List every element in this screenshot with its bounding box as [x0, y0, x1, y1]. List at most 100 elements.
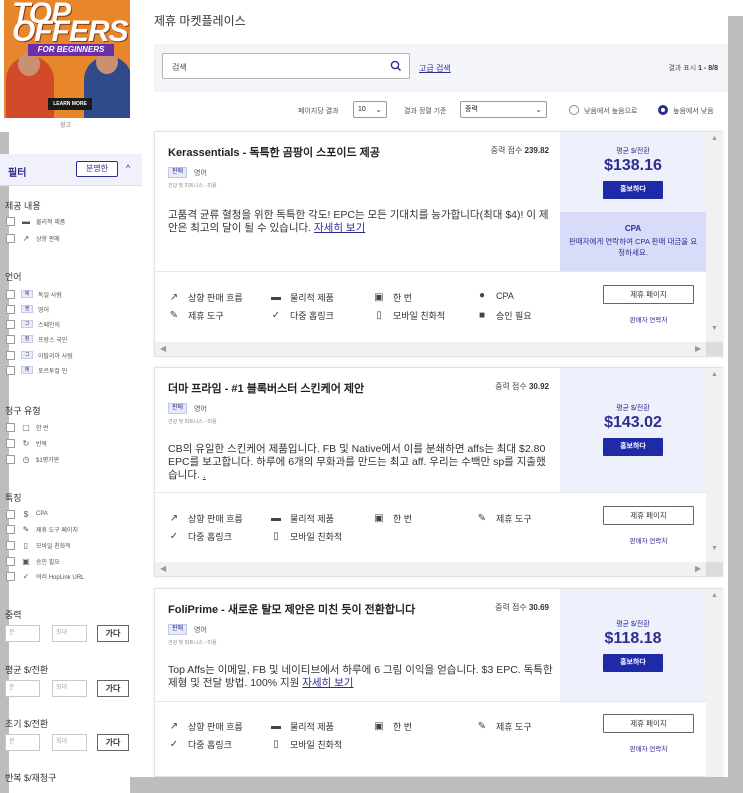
sidebar-ad-banner[interactable]: TOP OFFERS FOR BEGINNERS LEARN MORE	[4, 0, 130, 118]
sort-descending-radio[interactable]	[658, 105, 668, 115]
ad-learn-more-button[interactable]: LEARN MORE	[48, 98, 92, 110]
filter-option-language[interactable]: 그 스페인의	[6, 318, 60, 330]
offer-title[interactable]: 더마 프라임 - #1 블록버스터 스킨케어 제안	[168, 380, 364, 396]
checkbox[interactable]	[6, 289, 15, 299]
checkbox[interactable]	[6, 350, 15, 360]
checkbox[interactable]	[6, 216, 15, 226]
scroll-up-icon[interactable]: ▲	[711, 592, 718, 599]
offer-title[interactable]: Kerassentials - 독특한 곰팡이 스포이드 제공	[168, 144, 380, 160]
offer-type-badge: 판매	[168, 624, 188, 635]
checkbox[interactable]	[6, 304, 15, 314]
checkbox[interactable]	[6, 233, 15, 243]
checkbox[interactable]	[6, 540, 15, 550]
links-icon: ✓	[169, 738, 179, 750]
offer-title[interactable]: FoliPrime - 새로운 탈모 제안은 미친 듯이 전환합니다	[168, 601, 415, 617]
filter-option-billing[interactable]: ▢ 한 번	[6, 421, 49, 433]
attr-mobile: ▯ 모바일 친화적	[373, 309, 445, 322]
per-page-select[interactable]: 10 ⌄	[353, 101, 387, 118]
initial-go-button[interactable]: 가다	[97, 733, 129, 751]
gravity-score-label: 중력 점수	[495, 382, 527, 391]
sort-ascending-radio[interactable]	[569, 105, 579, 115]
filter-option-physical[interactable]: ▬ 물리적 제품	[6, 215, 65, 227]
checkbox[interactable]	[6, 454, 15, 464]
checkbox[interactable]	[6, 524, 15, 534]
filter-option-billing[interactable]: ◷ $1평가판	[6, 453, 59, 465]
contact-seller-link[interactable]: 판매자 연락처	[603, 314, 694, 324]
scroll-down-icon[interactable]: ▼	[711, 325, 718, 332]
offer-card: FoliPrime - 새로운 탈모 제안은 미친 듯이 전환합니다 중력 점수…	[154, 588, 723, 778]
scroll-right-icon[interactable]: ▶	[695, 344, 701, 353]
card-vertical-scrollbar[interactable]: ▲ ▼	[706, 368, 723, 562]
checkbox[interactable]	[6, 365, 15, 375]
filter-option-label: 제휴 도구 페이지	[36, 527, 78, 534]
filter-option-upsell[interactable]: ↗ 상향 판매	[6, 232, 60, 244]
results-count: 결과 표시 1 - 8/8	[668, 63, 718, 73]
card-vertical-scrollbar[interactable]: ▲ ▼	[706, 132, 723, 342]
checkbox[interactable]	[6, 422, 15, 432]
avg-max-input[interactable]: 최대	[52, 679, 87, 697]
read-more-link[interactable]: 자세히 보기	[314, 222, 365, 234]
contact-seller-link[interactable]: 판매자 연락처	[603, 535, 694, 545]
promote-button[interactable]: 홍보하다	[603, 438, 663, 456]
chevron-up-icon[interactable]: ^	[126, 163, 130, 173]
scroll-left-icon[interactable]: ◀	[160, 344, 166, 353]
affiliate-page-button[interactable]: 제휴 페이지	[603, 714, 694, 733]
filter-option-label: $1평가판	[36, 457, 60, 464]
avg-go-button[interactable]: 가다	[97, 679, 129, 697]
sort-select[interactable]: 중력 ⌄	[460, 101, 547, 118]
initial-max-input[interactable]: 최대	[52, 733, 87, 751]
filter-option-feature[interactable]: ✓ 여러 HopLink URL	[6, 570, 84, 582]
filter-option-language[interactable]: 엔 영어	[6, 303, 49, 315]
filter-option-feature[interactable]: ▯ 모바일 친화적	[6, 539, 71, 551]
filter-option-feature[interactable]: ✎ 제휴 도구 페이지	[6, 523, 78, 535]
contact-seller-link[interactable]: 판매자 연락처	[603, 743, 694, 753]
scroll-up-icon[interactable]: ▲	[711, 371, 718, 378]
gravity-go-button[interactable]: 가다	[97, 624, 129, 642]
read-more-link[interactable]: 자세히 보기	[302, 677, 353, 689]
trend-up-icon: ↗	[169, 512, 179, 524]
promote-button[interactable]: 홍보하다	[603, 654, 663, 672]
card-horizontal-scrollbar[interactable]: ◀ ▶	[155, 342, 723, 356]
scroll-down-icon[interactable]: ▼	[711, 545, 718, 552]
filter-option-language[interactable]: 에 포르투칼 인	[6, 364, 67, 376]
avg-conversion-value: $143.02	[604, 414, 662, 431]
search-icon[interactable]	[389, 59, 403, 73]
filter-option-feature[interactable]: $ CPA	[6, 508, 48, 520]
scroll-left-icon[interactable]: ◀	[160, 564, 166, 573]
chevron-down-icon: ⌄	[375, 105, 382, 114]
offer-language: 영어	[194, 405, 207, 413]
attr-label: 물리적 제품	[290, 722, 334, 732]
initial-min-input[interactable]: 분	[5, 733, 40, 751]
sort-descending-label: 높음에서 낮음	[673, 108, 714, 115]
gravity-min-input[interactable]: 분	[5, 624, 40, 642]
scroll-right-icon[interactable]: ▶	[695, 564, 701, 573]
search-input[interactable]: 검색	[162, 53, 410, 79]
checkbox[interactable]	[6, 556, 15, 566]
filter-section-avg-conversion: 평균 $/전환	[5, 665, 49, 675]
read-more-link[interactable]: .	[203, 469, 206, 481]
affiliate-page-button[interactable]: 제휴 페이지	[603, 506, 694, 525]
filter-option-language[interactable]: 정 프랑스 국민	[6, 333, 67, 345]
promote-button[interactable]: 홍보하다	[603, 181, 663, 199]
offer-tags: 판매 영어	[168, 167, 207, 178]
advanced-search-link[interactable]: 고급 검색	[419, 63, 451, 74]
checkbox[interactable]	[6, 571, 15, 581]
mobile-icon: ▯	[273, 738, 279, 750]
filter-clear-button[interactable]: 분명한	[76, 161, 118, 177]
filter-option-language[interactable]: 에 독일 사람	[6, 288, 62, 300]
offer-type-badge: 판매	[168, 167, 188, 178]
trend-up-icon: ↗	[22, 233, 30, 243]
filter-option-feature[interactable]: ▣ 승인 필요	[6, 555, 60, 567]
card-vertical-scrollbar[interactable]: ▲	[706, 589, 723, 778]
scroll-up-icon[interactable]: ▲	[711, 135, 718, 142]
checkbox[interactable]	[6, 509, 15, 519]
checkbox[interactable]	[6, 319, 15, 329]
gravity-max-input[interactable]: 최대	[52, 624, 87, 642]
filter-option-billing[interactable]: ↻ 반복	[6, 437, 47, 449]
card-horizontal-scrollbar[interactable]: ◀ ▶	[155, 562, 723, 576]
checkbox[interactable]	[6, 438, 15, 448]
affiliate-page-button[interactable]: 제휴 페이지	[603, 285, 694, 304]
filter-option-language[interactable]: 그 이탈리아 사람	[6, 349, 73, 361]
checkbox[interactable]	[6, 334, 15, 344]
avg-min-input[interactable]: 분	[5, 679, 40, 697]
